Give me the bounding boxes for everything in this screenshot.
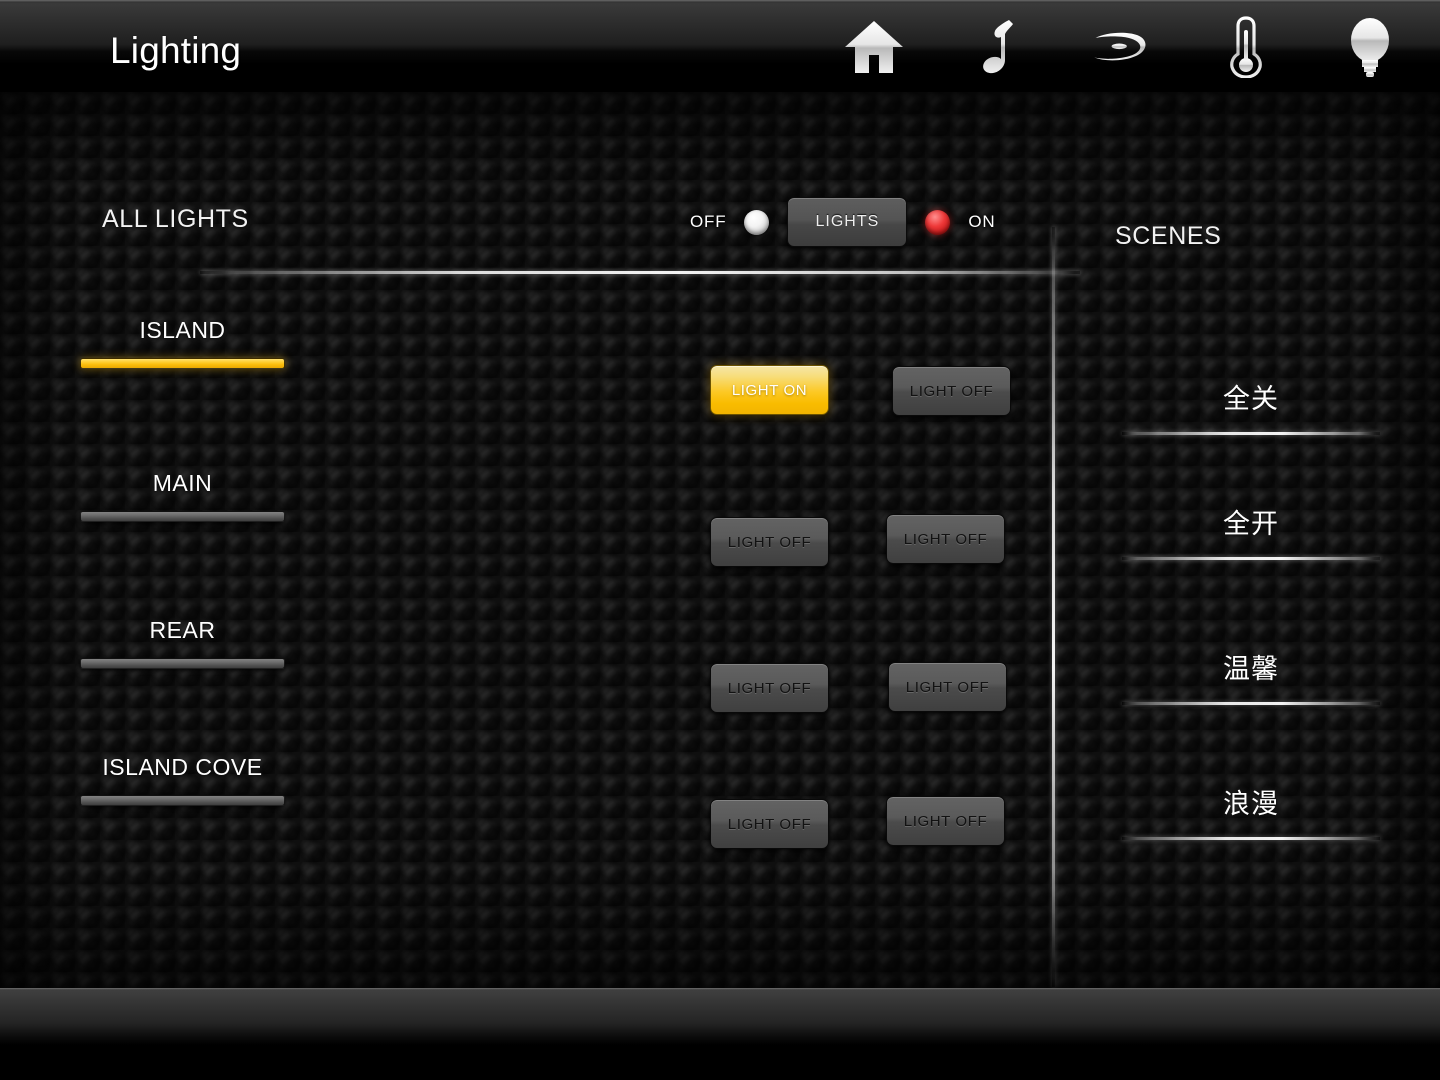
bluray-icon[interactable] bbox=[1090, 15, 1154, 79]
light-bulb-icon[interactable] bbox=[1338, 15, 1402, 79]
scene-divider bbox=[1122, 557, 1380, 560]
scenes-panel-divider bbox=[1052, 227, 1055, 987]
music-note-icon[interactable] bbox=[966, 15, 1030, 79]
zone-label: ISLAND COVE bbox=[102, 754, 263, 780]
scene-label: 全关 bbox=[1223, 384, 1279, 414]
zone-main[interactable]: MAIN bbox=[80, 470, 285, 522]
all-lights-off-led[interactable] bbox=[744, 209, 770, 235]
page-title: Lighting bbox=[110, 30, 242, 71]
zone-slider-rear[interactable] bbox=[80, 658, 285, 669]
all-lights-button[interactable]: LIGHTS bbox=[787, 197, 908, 247]
light-button-7[interactable]: LIGHT OFF bbox=[710, 799, 829, 849]
light-button-6[interactable]: LIGHT OFF bbox=[888, 662, 1007, 712]
scene-label: 全开 bbox=[1223, 509, 1279, 539]
light-button-2[interactable]: LIGHT OFF bbox=[892, 366, 1011, 416]
thermometer-icon[interactable] bbox=[1214, 15, 1278, 79]
scene-item-all-on[interactable]: 全开 bbox=[1122, 502, 1380, 560]
all-lights-toggle-row: OFF LIGHTS ON bbox=[690, 192, 996, 252]
scene-item-all-off[interactable]: 全关 bbox=[1122, 377, 1380, 435]
light-button-4[interactable]: LIGHT OFF bbox=[886, 514, 1005, 564]
scene-divider bbox=[1122, 702, 1380, 705]
scene-label: 浪漫 bbox=[1223, 789, 1279, 819]
scene-label: 温馨 bbox=[1223, 654, 1279, 684]
zone-slider-island-cove[interactable] bbox=[80, 795, 285, 806]
zone-label: REAR bbox=[149, 617, 216, 643]
top-navigation-bar: Lighting bbox=[0, 0, 1440, 92]
main-content-area: ALL LIGHTS SCENES OFF LIGHTS ON ISLAND M… bbox=[0, 92, 1440, 988]
scene-item-warm[interactable]: 温馨 bbox=[1122, 647, 1380, 705]
home-icon[interactable] bbox=[842, 15, 906, 79]
light-button-5[interactable]: LIGHT OFF bbox=[710, 663, 829, 713]
zone-slider-island[interactable] bbox=[80, 358, 285, 369]
zone-label: MAIN bbox=[152, 470, 213, 496]
bottom-bar bbox=[0, 988, 1440, 1080]
scene-item-romantic[interactable]: 浪漫 bbox=[1122, 782, 1380, 840]
zone-label: ISLAND bbox=[139, 317, 226, 343]
scenes-section-label: SCENES bbox=[1115, 222, 1222, 250]
lighting-control-screen: Lighting ALL LIGHTS SCENES OFF LIGHTS ON… bbox=[0, 0, 1440, 1080]
zone-rear[interactable]: REAR bbox=[80, 617, 285, 669]
zone-island[interactable]: ISLAND bbox=[80, 317, 285, 369]
all-lights-section-label: ALL LIGHTS bbox=[102, 205, 249, 233]
zone-slider-main[interactable] bbox=[80, 511, 285, 522]
scene-divider bbox=[1122, 837, 1380, 840]
nav-icon-group bbox=[842, 12, 1402, 82]
light-button-3[interactable]: LIGHT OFF bbox=[710, 517, 829, 567]
header-divider bbox=[200, 271, 1080, 274]
scene-divider bbox=[1122, 432, 1380, 435]
all-lights-off-label: OFF bbox=[690, 212, 727, 231]
zone-island-cove[interactable]: ISLAND COVE bbox=[80, 754, 285, 806]
light-button-8[interactable]: LIGHT OFF bbox=[886, 796, 1005, 846]
light-button-1[interactable]: LIGHT ON bbox=[710, 365, 829, 415]
all-lights-on-led[interactable] bbox=[925, 209, 951, 235]
all-lights-on-label: ON bbox=[968, 212, 996, 231]
